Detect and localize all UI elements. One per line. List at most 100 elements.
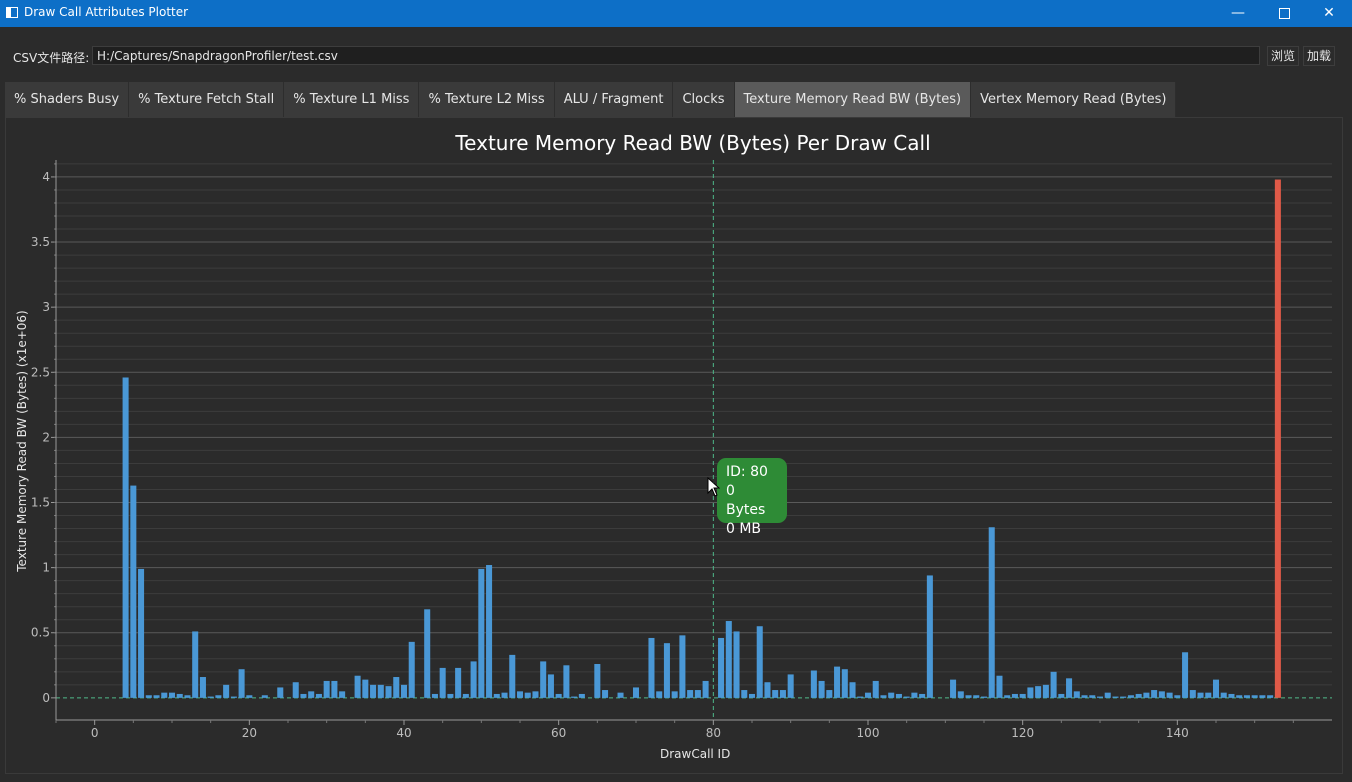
bar-drawcall-73[interactable]: [656, 691, 663, 698]
bar-drawcall-142[interactable]: [1189, 690, 1196, 698]
bar-drawcall-19[interactable]: [238, 669, 245, 698]
bar-drawcall-151[interactable]: [1259, 695, 1266, 698]
bar-drawcall-106[interactable]: [911, 692, 918, 698]
bar-drawcall-13[interactable]: [192, 631, 199, 698]
bar-drawcall-84[interactable]: [741, 690, 748, 698]
bar-drawcall-82[interactable]: [725, 621, 732, 698]
bar-drawcall-15[interactable]: [207, 696, 214, 698]
bar-drawcall-38[interactable]: [385, 686, 392, 698]
bar-drawcall-10[interactable]: [168, 692, 176, 698]
bar-drawcall-28[interactable]: [308, 691, 315, 698]
bar-drawcall-99[interactable]: [857, 696, 864, 698]
bar-drawcall-144[interactable]: [1205, 692, 1212, 698]
bar-drawcall-30[interactable]: [323, 680, 330, 698]
bar-drawcall-134[interactable]: [1127, 695, 1134, 698]
bar-drawcall-7[interactable]: [145, 695, 152, 698]
bar-drawcall-146[interactable]: [1220, 692, 1227, 698]
bar-drawcall-93[interactable]: [810, 670, 817, 698]
bar-drawcall-78[interactable]: [694, 690, 701, 698]
bar-drawcall-102[interactable]: [880, 695, 887, 698]
bar-drawcall-123[interactable]: [1042, 684, 1049, 698]
bar-drawcall-127[interactable]: [1073, 691, 1080, 698]
bar-drawcall-4[interactable]: [122, 377, 129, 698]
bar-drawcall-62[interactable]: [571, 696, 578, 698]
bar-drawcall-18[interactable]: [230, 696, 237, 698]
bar-drawcall-131[interactable]: [1104, 692, 1111, 698]
bar-drawcall-12[interactable]: [184, 695, 191, 698]
bar-drawcall-27[interactable]: [300, 693, 307, 698]
bar-drawcall-83[interactable]: [733, 631, 740, 698]
bar-drawcall-47[interactable]: [455, 667, 462, 698]
bar-drawcall-145[interactable]: [1212, 679, 1220, 698]
bar-drawcall-104[interactable]: [895, 693, 902, 698]
bar-drawcall-26[interactable]: [292, 682, 299, 698]
bar-drawcall-136[interactable]: [1143, 692, 1150, 698]
bar-drawcall-85[interactable]: [748, 693, 756, 698]
bar-drawcall-54[interactable]: [509, 654, 516, 698]
bar-drawcall-9[interactable]: [161, 692, 168, 698]
bar-drawcall-34[interactable]: [354, 675, 361, 698]
bar-drawcall-59[interactable]: [547, 674, 554, 698]
bar-drawcall-95[interactable]: [826, 690, 833, 698]
bar-drawcall-22[interactable]: [261, 695, 268, 698]
bar-drawcall-45[interactable]: [439, 667, 446, 698]
bar-drawcall-148[interactable]: [1236, 695, 1243, 698]
bar-drawcall-132[interactable]: [1112, 696, 1119, 698]
bar-drawcall-72[interactable]: [648, 637, 655, 698]
bar-drawcall-14[interactable]: [199, 677, 206, 698]
bar-drawcall-130[interactable]: [1096, 696, 1104, 698]
bar-drawcall-129[interactable]: [1089, 695, 1096, 698]
bar-drawcall-133[interactable]: [1120, 696, 1127, 698]
bar-drawcall-122[interactable]: [1035, 686, 1042, 698]
bar-drawcall-116[interactable]: [988, 527, 995, 698]
bar-drawcall-113[interactable]: [965, 695, 972, 698]
bar-drawcall-108[interactable]: [926, 575, 933, 698]
bar-drawcall-120[interactable]: [1019, 693, 1026, 698]
bar-drawcall-16[interactable]: [215, 695, 222, 698]
bar-drawcall-51[interactable]: [486, 565, 493, 698]
bar-drawcall-52[interactable]: [493, 693, 500, 698]
bar-drawcall-5[interactable]: [130, 485, 137, 698]
bar-drawcall-66[interactable]: [602, 690, 609, 698]
bar-drawcall-98[interactable]: [849, 682, 856, 698]
bar-drawcall-68[interactable]: [617, 692, 624, 698]
bar-drawcall-105[interactable]: [903, 696, 910, 698]
bar-drawcall-153[interactable]: [1274, 179, 1281, 698]
bar-drawcall-24[interactable]: [277, 687, 284, 698]
bar-drawcall-31[interactable]: [331, 680, 338, 698]
bar-drawcall-143[interactable]: [1197, 692, 1204, 698]
bar-drawcall-58[interactable]: [540, 661, 547, 698]
bar-drawcall-6[interactable]: [138, 568, 145, 698]
bar-drawcall-94[interactable]: [818, 680, 825, 698]
bar-drawcall-118[interactable]: [1004, 695, 1011, 698]
bar-drawcall-41[interactable]: [408, 641, 415, 698]
bar-drawcall-49[interactable]: [470, 661, 477, 698]
bar-drawcall-65[interactable]: [594, 664, 601, 698]
bar-drawcall-20[interactable]: [246, 695, 253, 698]
bar-drawcall-119[interactable]: [1011, 693, 1018, 698]
bar-drawcall-111[interactable]: [950, 679, 957, 698]
bar-drawcall-53[interactable]: [501, 692, 508, 698]
bar-drawcall-150[interactable]: [1251, 695, 1258, 698]
bar-drawcall-138[interactable]: [1158, 691, 1165, 698]
bar-drawcall-139[interactable]: [1166, 692, 1173, 698]
bar-drawcall-70[interactable]: [632, 687, 640, 698]
bar-drawcall-55[interactable]: [516, 691, 524, 698]
bar-drawcall-112[interactable]: [957, 691, 964, 698]
bar-drawcall-90[interactable]: [787, 674, 794, 698]
bar-drawcall-126[interactable]: [1066, 678, 1073, 698]
bar-drawcall-101[interactable]: [872, 680, 879, 698]
bar-drawcall-43[interactable]: [424, 609, 431, 698]
bar-drawcall-128[interactable]: [1081, 695, 1088, 698]
bar-drawcall-117[interactable]: [996, 675, 1003, 698]
bar-drawcall-17[interactable]: [223, 684, 230, 698]
bar-drawcall-36[interactable]: [370, 684, 377, 698]
bar-drawcall-137[interactable]: [1151, 690, 1158, 698]
bar-drawcall-76[interactable]: [679, 635, 686, 698]
bar-drawcall-63[interactable]: [578, 693, 585, 698]
bar-drawcall-135[interactable]: [1135, 693, 1142, 698]
bar-drawcall-89[interactable]: [779, 690, 786, 698]
bar-drawcall-79[interactable]: [702, 680, 709, 698]
bar-drawcall-147[interactable]: [1228, 693, 1235, 698]
bar-drawcall-125[interactable]: [1058, 693, 1065, 698]
